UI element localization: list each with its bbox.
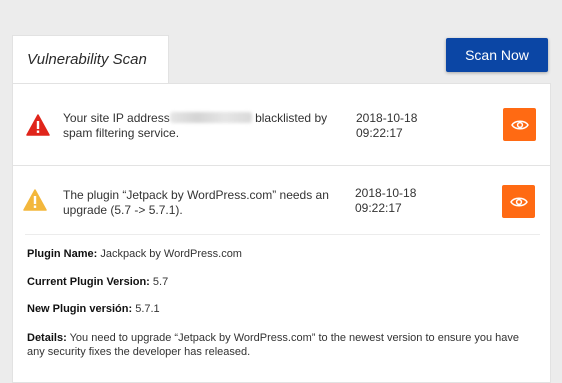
warning-triangle-icon [23, 189, 47, 211]
detail-label: Details: [27, 332, 67, 344]
redacted-ip [169, 112, 252, 123]
new-version-detail: New Plugin versión: 5.7.1 [27, 302, 160, 316]
view-details-button[interactable] [503, 108, 536, 141]
details-description: Details: You need to upgrade “Jetpack by… [27, 331, 539, 359]
current-version-detail: Current Plugin Version: 5.7 [27, 275, 168, 289]
eye-icon [509, 197, 528, 206]
detail-value: 5.7 [149, 276, 169, 288]
tab-title: Vulnerability Scan [27, 51, 147, 68]
issue-message: Your site IP address blacklisted by spam… [63, 111, 343, 141]
issue-date: 2018-10-18 [355, 186, 417, 200]
detail-label: Plugin Name: [27, 248, 98, 260]
issue-timestamp: 2018-10-18 09:22:17 [355, 186, 416, 216]
issue-date: 2018-10-18 [356, 111, 418, 125]
details-divider [25, 234, 540, 235]
detail-value: 5.7.1 [132, 303, 160, 315]
issue-message: The plugin “Jetpack by WordPress.com” ne… [63, 188, 329, 217]
issue-message-text: Your site IP address [63, 111, 170, 125]
issue-time: 09:22:17 [355, 201, 402, 215]
row-divider [13, 165, 550, 166]
detail-value: Jackpack by WordPress.com [97, 248, 242, 260]
plugin-name-detail: Plugin Name: Jackpack by WordPress.com [27, 247, 242, 261]
scan-now-button[interactable]: Scan Now [446, 38, 548, 72]
eye-icon [510, 120, 529, 129]
error-triangle-icon [26, 114, 50, 136]
detail-value: You need to upgrade “Jetpack by WordPres… [27, 332, 520, 358]
detail-label: New Plugin versión: [27, 303, 133, 315]
view-details-button[interactable] [502, 185, 535, 218]
vulnerability-scan-tab[interactable]: Vulnerability Scan [12, 35, 169, 83]
issue-timestamp: 2018-10-18 09:22:17 [356, 111, 417, 141]
detail-label: Current Plugin Version: [27, 276, 150, 288]
scan-results-panel: Your site IP address blacklisted by spam… [12, 83, 551, 383]
issue-time: 09:22:17 [356, 126, 403, 140]
